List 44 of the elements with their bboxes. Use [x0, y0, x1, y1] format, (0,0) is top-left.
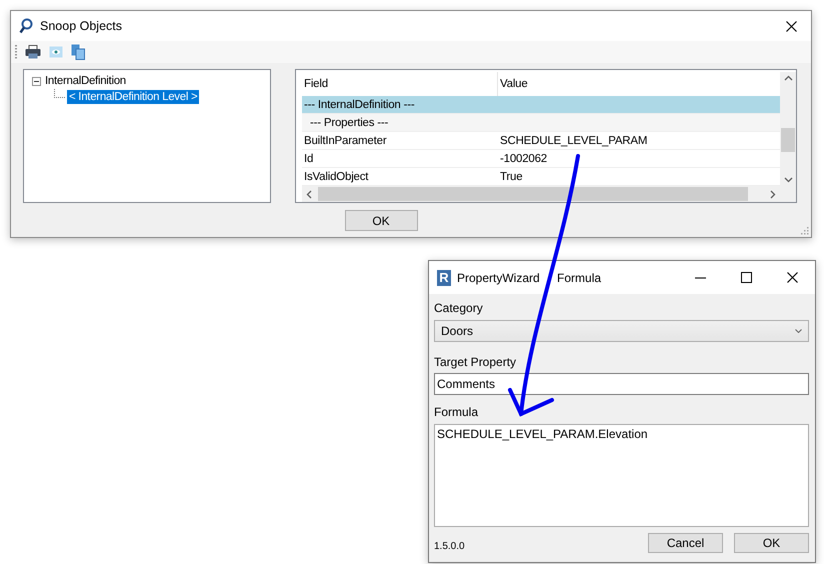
resize-grip-icon[interactable] — [801, 227, 809, 235]
ok-button[interactable]: OK — [734, 533, 809, 553]
ok-button[interactable]: OK — [344, 210, 418, 231]
scroll-left-icon[interactable] — [306, 190, 312, 198]
value-cell-text: SCHEDULE_LEVEL_PARAM — [499, 134, 648, 148]
tree-item[interactable]: < InternalDefinition Level > — [67, 90, 200, 104]
vertical-scrollbar[interactable] — [780, 72, 796, 186]
value-cell-text: -1002062 — [499, 152, 548, 166]
formula-field[interactable]: SCHEDULE_LEVEL_PARAM.Elevation — [434, 424, 809, 527]
horizontal-scrollbar[interactable] — [302, 186, 780, 202]
field-label: Category — [434, 301, 484, 316]
collapse-icon[interactable] — [32, 76, 41, 86]
close-icon[interactable] — [786, 20, 797, 32]
field-cell-text: Id — [303, 152, 314, 166]
subcategory-row[interactable]: --- Properties --- — [302, 114, 780, 132]
field-label: Target Property — [434, 355, 518, 370]
target-property-field[interactable]: Comments — [434, 373, 809, 395]
maximize-icon[interactable] — [740, 272, 752, 283]
eye-icon[interactable] — [49, 46, 63, 58]
app-logo: R — [437, 270, 451, 286]
scroll-down-icon[interactable] — [784, 177, 792, 183]
minimize-icon[interactable] — [694, 276, 706, 278]
value-cell-text: True — [499, 170, 524, 184]
category-dropdown[interactable]: Doors — [434, 320, 809, 342]
printer-icon[interactable] — [25, 45, 41, 59]
magnifier-icon — [19, 18, 33, 34]
category-row[interactable]: --- InternalDefinition --- — [302, 96, 780, 114]
version-label: 1.5.0.0 — [434, 540, 466, 552]
scroll-right-icon[interactable] — [770, 190, 776, 198]
subcategory-label: --- Properties --- — [309, 116, 390, 130]
window-title: Snoop Objects — [40, 19, 123, 33]
window-title: PropertyWizard Formula — [457, 270, 602, 284]
chevron-down-icon[interactable] — [795, 329, 802, 333]
scroll-up-icon[interactable] — [784, 75, 792, 81]
category-label: --- InternalDefinition --- — [303, 98, 416, 112]
cancel-button[interactable]: Cancel — [648, 533, 723, 553]
field-cell-text: IsValidObject — [303, 170, 370, 184]
close-icon[interactable] — [786, 272, 798, 283]
scroll-thumb[interactable] — [781, 128, 795, 152]
field-cell-text: BuiltInParameter — [303, 134, 388, 148]
tree-item[interactable]: InternalDefinition — [43, 74, 128, 88]
column-header[interactable]: Field — [302, 72, 497, 96]
documents-icon[interactable] — [71, 44, 85, 60]
field-label: Formula — [434, 405, 480, 420]
